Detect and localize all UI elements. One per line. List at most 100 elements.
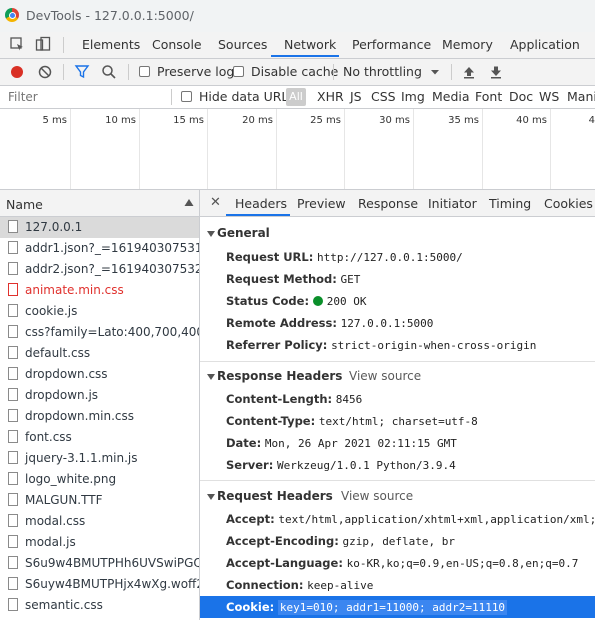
filter-icon[interactable] xyxy=(74,64,90,80)
device-toolbar-icon[interactable] xyxy=(35,36,51,52)
timeline-tick-label: 15 ms xyxy=(173,115,204,126)
filter-type-css[interactable]: CSS xyxy=(371,89,396,104)
import-har-icon[interactable] xyxy=(461,64,477,80)
request-row[interactable]: default.css xyxy=(0,343,199,364)
request-row[interactable]: S6u9w4BMUTPHh6UVSwiPGQ... xyxy=(0,553,199,574)
accept-row: Accept: text/html,application/xhtml+xml,… xyxy=(226,512,595,526)
request-row[interactable]: font.css xyxy=(0,427,199,448)
tab-performance[interactable]: Performance xyxy=(352,37,431,52)
filter-type-img[interactable]: Img xyxy=(401,89,425,104)
filter-type-ws[interactable]: WS xyxy=(539,89,559,104)
file-icon xyxy=(8,451,18,464)
triangle-down-icon[interactable] xyxy=(207,374,215,380)
tab-response[interactable]: Response xyxy=(358,196,418,211)
timeline-gridline xyxy=(550,109,551,189)
window-title: DevTools - 127.0.0.1:5000/ xyxy=(26,8,194,23)
request-row[interactable]: semantic.css xyxy=(0,595,199,616)
preserve-log-checkbox[interactable] xyxy=(139,66,150,77)
record-icon[interactable] xyxy=(9,64,25,80)
request-name: default.css xyxy=(25,346,91,360)
request-row[interactable]: logo_white.png xyxy=(0,469,199,490)
tab-memory[interactable]: Memory xyxy=(442,37,493,52)
inspect-element-icon[interactable] xyxy=(9,36,25,52)
request-method-row: Request Method: GET xyxy=(226,272,360,286)
request-row[interactable]: dropdown.css xyxy=(0,364,199,385)
timeline-tick-label: 4 xyxy=(588,115,595,126)
filter-type-js[interactable]: JS xyxy=(350,89,362,104)
throttling-select[interactable]: No throttling xyxy=(343,64,422,79)
request-row[interactable]: dropdown.min.css xyxy=(0,406,199,427)
request-list-header[interactable]: Name xyxy=(0,190,199,217)
request-row[interactable]: css?family=Lato:400,700,400it... xyxy=(0,322,199,343)
server-key: Server: xyxy=(226,458,274,472)
accept-encoding-key: Accept-Encoding: xyxy=(226,534,339,548)
content-type-row: Content-Type: text/html; charset=utf-8 xyxy=(226,414,478,428)
file-icon xyxy=(8,325,18,338)
request-name: dropdown.min.css xyxy=(25,409,134,423)
filter-type-xhr[interactable]: XHR xyxy=(317,89,344,104)
request-row[interactable]: dropdown.js xyxy=(0,385,199,406)
filter-separator xyxy=(171,89,172,105)
response-headers-title[interactable]: Response Headers xyxy=(217,369,342,383)
tab-headers[interactable]: Headers xyxy=(235,196,287,211)
triangle-down-icon[interactable] xyxy=(207,494,215,500)
request-name: jquery-3.1.1.min.js xyxy=(25,451,138,465)
remote-address-row: Remote Address: 127.0.0.1:5000 xyxy=(226,316,433,330)
tab-console[interactable]: Console xyxy=(152,37,202,52)
request-name: addr2.json?_=1619403075320 xyxy=(25,262,199,276)
request-url-key: Request URL: xyxy=(226,250,314,264)
request-row[interactable]: cookie.js xyxy=(0,301,199,322)
tab-initiator[interactable]: Initiator xyxy=(428,196,477,211)
tab-sources[interactable]: Sources xyxy=(218,37,267,52)
file-icon xyxy=(8,514,18,527)
request-row[interactable]: modal.js xyxy=(0,532,199,553)
disable-cache-checkbox[interactable] xyxy=(233,66,244,77)
tab-application[interactable]: Application xyxy=(510,37,580,52)
name-column-header[interactable]: Name xyxy=(6,197,43,212)
request-row[interactable]: 127.0.0.1 xyxy=(0,217,199,238)
request-view-source-link[interactable]: View source xyxy=(341,489,413,503)
filter-type-all[interactable]: All xyxy=(286,88,306,106)
request-name: dropdown.css xyxy=(25,367,108,381)
request-row[interactable]: jquery-3.1.1.min.js xyxy=(0,448,199,469)
request-row[interactable]: modal.css xyxy=(0,511,199,532)
content-length-key: Content-Length: xyxy=(226,392,333,406)
tab-network[interactable]: Network xyxy=(284,37,336,52)
hide-data-urls-checkbox[interactable] xyxy=(181,91,192,102)
close-icon[interactable]: ✕ xyxy=(210,195,221,210)
file-icon xyxy=(8,262,18,275)
request-name: S6u9w4BMUTPHh6UVSwiPGQ... xyxy=(25,556,199,570)
toolbar-separator xyxy=(63,64,64,80)
filter-type-doc[interactable]: Doc xyxy=(509,89,533,104)
connection-row: Connection: keep-alive xyxy=(226,578,373,592)
filter-type-font[interactable]: Font xyxy=(475,89,502,104)
file-icon xyxy=(8,367,18,380)
chevron-down-icon[interactable] xyxy=(427,64,443,80)
response-view-source-link[interactable]: View source xyxy=(349,369,421,383)
filter-type-manifest[interactable]: Manif xyxy=(567,89,595,104)
request-url-row: Request URL: http://127.0.0.1:5000/ xyxy=(226,250,463,264)
timeline-tick-label: 25 ms xyxy=(310,115,341,126)
clear-icon[interactable] xyxy=(37,64,53,80)
triangle-down-icon[interactable] xyxy=(207,231,215,237)
cookie-row-selected[interactable]: Cookie: key1=010; addr1=11000; addr2=111… xyxy=(200,596,595,618)
search-icon[interactable] xyxy=(101,64,117,80)
filter-type-media[interactable]: Media xyxy=(432,89,470,104)
tab-preview[interactable]: Preview xyxy=(297,196,346,211)
file-icon xyxy=(8,577,18,590)
tab-timing[interactable]: Timing xyxy=(489,196,531,211)
request-row[interactable]: addr1.json?_=1619403075319 xyxy=(0,238,199,259)
tab-cookies[interactable]: Cookies xyxy=(544,196,593,211)
accept-language-value: ko-KR,ko;q=0.9,en-US;q=0.8,en;q=0.7 xyxy=(346,557,579,570)
export-har-icon[interactable] xyxy=(488,64,504,80)
request-headers-title[interactable]: Request Headers xyxy=(217,489,333,503)
request-row[interactable]: addr2.json?_=1619403075320 xyxy=(0,259,199,280)
request-row[interactable]: animate.min.css xyxy=(0,280,199,301)
tab-elements[interactable]: Elements xyxy=(82,37,140,52)
date-key: Date: xyxy=(226,436,262,450)
toolbar-separator xyxy=(333,64,334,80)
filter-input[interactable] xyxy=(4,88,166,105)
general-section-title[interactable]: General xyxy=(217,226,270,240)
request-row[interactable]: MALGUN.TTF xyxy=(0,490,199,511)
request-row[interactable]: S6uyw4BMUTPHjx4wXg.woff2 xyxy=(0,574,199,595)
